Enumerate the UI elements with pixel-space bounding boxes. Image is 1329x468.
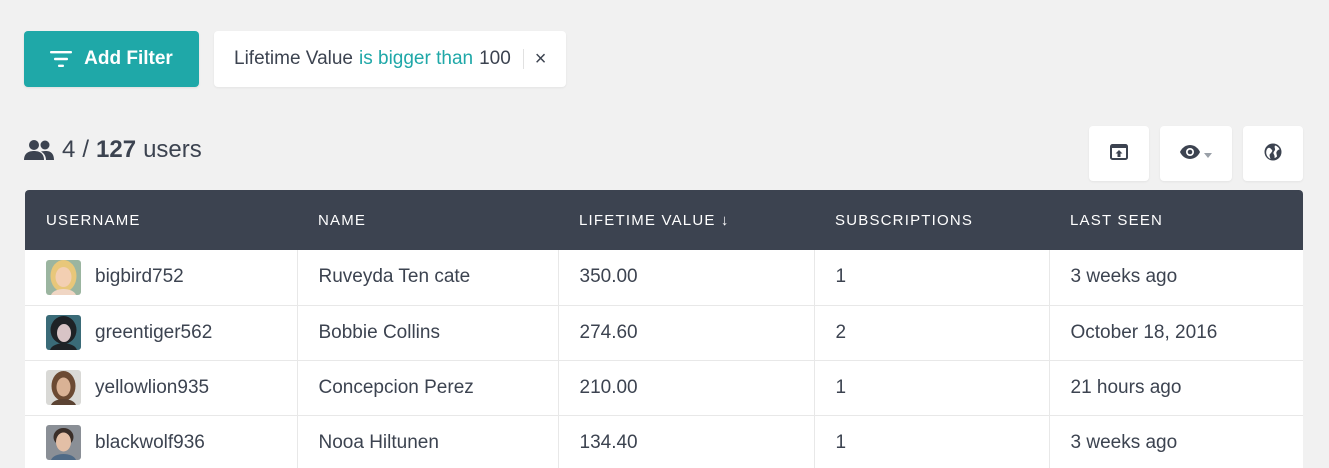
user-count: 4 / 127 users [24,136,202,164]
count-separator: / [82,136,90,163]
avatar [46,315,81,350]
column-header-name[interactable]: NAME [297,190,558,250]
column-header-subscriptions[interactable]: SUBSCRIPTIONS [814,190,1049,250]
chevron-down-icon [1204,146,1212,161]
username-link[interactable]: bigbird752 [95,266,184,288]
name-cell: Ruveyda Ten cate [297,250,559,306]
username-cell: bigbird752 [25,250,298,306]
last-seen-cell: October 18, 2016 [1049,305,1303,361]
active-filter-chip[interactable]: Lifetime Value is bigger than 100 × [214,31,567,87]
subscriptions-cell: 1 [814,415,1050,468]
username-cell: greentiger562 [25,305,298,361]
username-cell: blackwolf936 [25,415,298,468]
lifetime-value-cell: 350.00 [558,250,815,306]
table-toolbar [1089,126,1303,181]
globe-button[interactable] [1243,126,1303,181]
last-seen-cell: 21 hours ago [1049,360,1303,416]
eye-icon [1180,145,1200,162]
table-row[interactable]: bigbird752 Ruveyda Ten cate 350.00 1 3 w… [25,250,1303,306]
count-unit: users [143,136,202,163]
filter-divider [522,49,524,69]
lifetime-value-cell: 210.00 [558,360,815,416]
filter-field: Lifetime Value [234,48,353,69]
name-cell: Bobbie Collins [297,305,559,361]
total-count: 127 [96,136,137,163]
globe-icon [1264,143,1282,164]
users-icon [24,138,54,162]
table-row[interactable]: yellowlion935 Concepcion Perez 210.00 1 … [25,360,1303,416]
filter-icon [50,48,73,70]
column-header-lifetime-value[interactable]: LIFETIME VALUE ↓ [558,190,814,250]
lifetime-value-cell: 134.40 [558,415,815,468]
add-filter-button[interactable]: Add Filter [24,31,199,87]
table-row[interactable]: blackwolf936 Nooa Hiltunen 134.40 1 3 we… [25,415,1303,468]
shown-count: 4 [62,136,76,163]
last-seen-cell: 3 weeks ago [1049,250,1303,306]
table-row[interactable]: greentiger562 Bobbie Collins 274.60 2 Oc… [25,305,1303,361]
subscriptions-cell: 2 [814,305,1050,361]
users-table: USERNAME NAME LIFETIME VALUE ↓ SUBSCRIPT… [25,190,1303,468]
lifetime-value-cell: 274.60 [558,305,815,361]
subscriptions-cell: 1 [814,250,1050,306]
users-page: Add Filter Lifetime Value is bigger than… [0,0,1329,468]
table-header-row: USERNAME NAME LIFETIME VALUE ↓ SUBSCRIPT… [25,190,1303,250]
export-icon [1110,144,1128,163]
subscriptions-cell: 1 [814,360,1050,416]
username-link[interactable]: yellowlion935 [95,377,209,399]
column-header-last-seen[interactable]: LAST SEEN [1049,190,1303,250]
add-filter-label: Add Filter [84,48,173,69]
avatar [46,370,81,405]
filter-bar: Add Filter Lifetime Value is bigger than… [24,31,567,87]
column-visibility-button[interactable] [1160,126,1232,181]
username-cell: yellowlion935 [25,360,298,416]
name-cell: Concepcion Perez [297,360,559,416]
filter-operator: is bigger than [359,48,474,69]
username-link[interactable]: blackwolf936 [95,432,205,454]
avatar [46,259,81,295]
close-icon[interactable]: × [535,49,547,69]
avatar [46,425,81,460]
export-button[interactable] [1089,126,1149,181]
username-link[interactable]: greentiger562 [95,322,212,344]
last-seen-cell: 3 weeks ago [1049,415,1303,468]
name-cell: Nooa Hiltunen [297,415,559,468]
column-header-username[interactable]: USERNAME [25,190,297,250]
filter-value: 100 [479,48,511,69]
